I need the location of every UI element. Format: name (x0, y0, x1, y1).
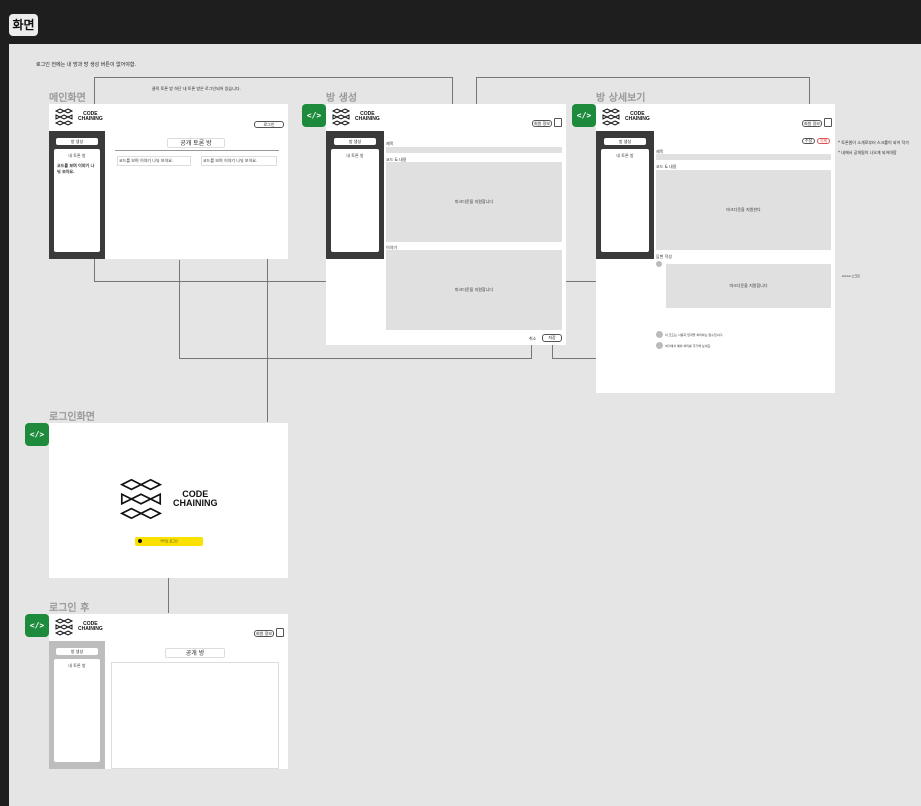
sidebar-list: 내 토론 방 (54, 659, 100, 762)
logo-large: CODE CHAINING (117, 477, 218, 521)
note-main-tip: 클릭 토론 방 하단 내 토론 방은 로그인되어 있습니다. (152, 86, 241, 91)
logo-line2: CHAINING (78, 116, 103, 122)
comment-item: 여기에서 예외 처리를 추가해 보세요. (665, 344, 712, 348)
logo-line2: CHAINING (625, 116, 650, 122)
connector-line (552, 358, 596, 359)
section-label-create: 방 생성 (326, 93, 358, 104)
room-list-area (111, 662, 279, 769)
logo[interactable]: CODE CHAINING (54, 108, 103, 126)
sidebar: 방 생성 내 토론 방 (326, 131, 384, 259)
sidebar: 방 생성 내 토론 방 코드를 보며 이야기 나눠 보아요. (49, 131, 105, 259)
my-rooms-button[interactable]: 내 토론 방 (58, 663, 96, 669)
delete-button[interactable]: 삭제 (817, 138, 830, 144)
avatar-icon[interactable] (824, 118, 832, 127)
top-bar (0, 0, 921, 44)
logo[interactable]: CODE CHAINING (54, 618, 103, 636)
sidebar: 방 생성 내 토론 방 (49, 641, 105, 769)
section-label-main: 메인화면 (49, 93, 86, 104)
sidebar-item[interactable]: 코드를 보며 이야기 나눠 보아요. (57, 163, 97, 175)
logo[interactable]: CODE CHAINING (601, 108, 650, 126)
tab-public-rooms[interactable]: 공개 방 (165, 648, 225, 658)
avatar (656, 342, 663, 349)
connector-line (452, 77, 453, 104)
cube-logo-icon (54, 618, 74, 636)
cube-logo-icon (119, 478, 163, 520)
kakao-login-button[interactable]: 카카오 로그인 (135, 537, 203, 546)
connector-line (179, 260, 180, 359)
page-title[interactable]: 화면 (9, 14, 38, 36)
sidebar-list: 내 토론 방 코드를 보며 이야기 나눠 보아요. (54, 149, 100, 252)
avatar-icon[interactable] (276, 628, 284, 637)
logo[interactable]: CODE CHAINING (331, 108, 380, 126)
login-button[interactable]: 로그인 (254, 121, 284, 128)
edit-button[interactable]: 수정 (802, 138, 815, 144)
sidebar-list: 내 토론 방 (601, 149, 649, 252)
detail-screen-frame: CODE CHAINING 회원 정보 방 생성 내 토론 방 수정 삭제 제목… (596, 104, 835, 393)
cube-logo-icon (601, 108, 621, 126)
code-input[interactable]: 마크다운을 지원합니다 (386, 162, 562, 242)
room-create-button[interactable]: 방 생성 (334, 138, 376, 145)
sidebar-list: 내 토론 방 (331, 149, 379, 252)
title-field (656, 154, 831, 160)
note-detail-tip2: * 내에서 공개됨이 나오게 되어야함 (838, 150, 897, 155)
connector-line (94, 77, 452, 78)
main-screen-frame: CODE CHAINING 로그인 방 생성 내 토론 방 코드를 보며 이야기… (49, 104, 288, 259)
section-label-detail: 방 상세보기 (596, 93, 646, 104)
avatar-icon[interactable] (554, 118, 562, 127)
note-top: 로그인 전에는 내 방과 방 생성 버튼이 없어야함. (36, 62, 137, 68)
room-create-button[interactable]: 방 생성 (604, 138, 646, 145)
note-detail-tip1: * 토론원이 소개로부터 스크롤이 되어 작가 (838, 140, 909, 145)
connector-line (476, 77, 809, 78)
divider (115, 150, 279, 151)
code-badge-icon: </> (25, 423, 49, 446)
comments-label: 답변 작성 (656, 254, 672, 259)
cube-logo-icon (54, 108, 74, 126)
logo-line2: CHAINING (355, 116, 380, 122)
code-badge-icon: </> (25, 614, 49, 637)
logo-line2: CHAINING (173, 498, 218, 508)
logo-line2: CHAINING (78, 626, 103, 632)
after-login-screen-frame: CODE CHAINING 회원 정보 방 생성 내 토론 방 공개 방 (49, 614, 288, 769)
comment-item: 이 코드는 사용자 입력을 처리하는 함수입니다. (665, 333, 724, 337)
code-badge-icon: </> (572, 104, 596, 127)
note-detail-side: Arrow 스크린 (842, 274, 860, 278)
section-label-login: 로그인화면 (49, 412, 95, 423)
room-card[interactable]: 코드를 보며 이야기 나눠 보아요. (201, 156, 277, 166)
room-card[interactable]: 코드를 보며 이야기 나눠 보아요. (117, 156, 191, 166)
my-rooms-button[interactable]: 내 토론 방 (58, 153, 96, 159)
desc-input[interactable]: 마크다운을 지원합니다 (386, 250, 562, 330)
kakao-login-label: 카카오 로그인 (160, 539, 178, 543)
login-screen-frame: CODE CHAINING 카카오 로그인 (49, 423, 288, 578)
sidebar: 방 생성 내 토론 방 (596, 131, 654, 259)
section-label-after-login: 로그인 후 (49, 603, 90, 614)
title-input[interactable] (386, 147, 562, 153)
save-button[interactable]: 저장 (542, 334, 562, 342)
my-rooms-button[interactable]: 내 토론 방 (335, 153, 375, 159)
create-screen-frame: CODE CHAINING 회원 정보 방 생성 내 토론 방 제목 코드 & … (326, 104, 566, 345)
cancel-button[interactable]: 취소 (529, 336, 536, 342)
connector-line (476, 77, 477, 104)
my-info-button[interactable]: 회원 정보 (802, 120, 822, 127)
my-info-button[interactable]: 회원 정보 (254, 630, 274, 637)
my-info-button[interactable]: 회원 정보 (532, 120, 552, 127)
room-create-button[interactable]: 방 생성 (56, 648, 98, 655)
avatar (656, 261, 662, 267)
tab-public-rooms[interactable]: 공개 토론 방 (167, 138, 225, 148)
code-view: 마크다운을 지원한다 (656, 170, 831, 250)
my-rooms-button[interactable]: 내 토론 방 (605, 153, 645, 159)
comment-input[interactable]: 마크다운을 지원합니다 (666, 264, 831, 308)
room-create-button[interactable]: 방 생성 (56, 138, 98, 145)
code-badge-icon: </> (302, 104, 326, 127)
avatar (656, 331, 663, 338)
cube-logo-icon (331, 108, 351, 126)
connector-line (179, 358, 531, 359)
